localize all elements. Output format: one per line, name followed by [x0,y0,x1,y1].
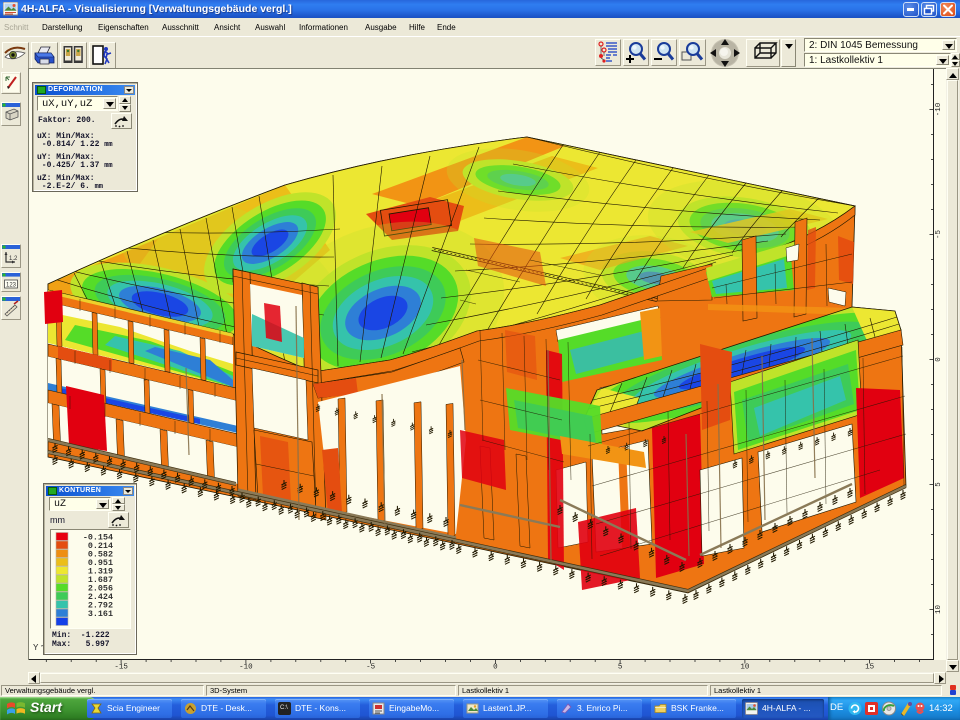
svg-text:-10: -10 [239,664,253,672]
svg-text:5: 5 [935,482,943,487]
svg-text:-10: -10 [935,102,943,116]
svg-text:0: 0 [935,357,943,362]
svg-text:-5: -5 [935,230,943,240]
svg-text:-5: -5 [366,664,376,672]
svg-text:10: 10 [935,605,943,615]
svg-text:-15: -15 [114,664,128,672]
svg-text:5: 5 [618,664,623,672]
svg-text:3.161: 3.161 [88,609,113,619]
svg-text:10: 10 [740,664,750,672]
svg-text:0: 0 [493,664,498,672]
svg-text:15: 15 [865,664,875,672]
